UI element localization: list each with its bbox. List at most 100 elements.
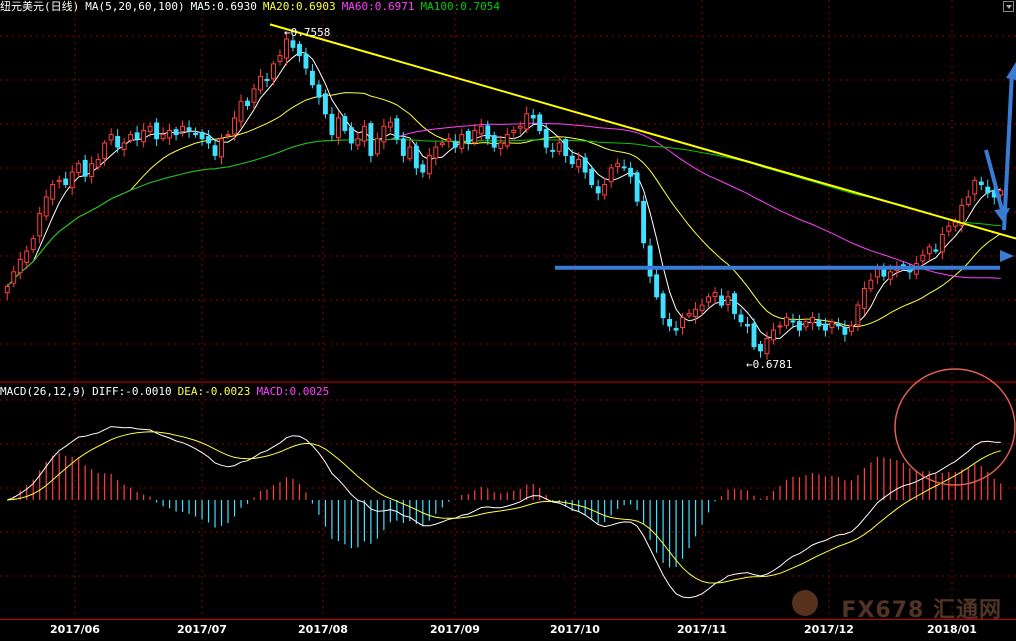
candle-body bbox=[167, 129, 173, 139]
candle-body bbox=[271, 63, 276, 80]
candle-body bbox=[634, 172, 640, 202]
candle-body bbox=[89, 163, 95, 178]
candle-body bbox=[693, 308, 699, 317]
candle-body bbox=[504, 134, 510, 147]
candle-body bbox=[550, 149, 556, 152]
candle-body bbox=[342, 116, 348, 131]
candle-body bbox=[426, 154, 432, 175]
candle-body bbox=[725, 296, 731, 305]
price-labels: ←0.7558 ←0.6781 bbox=[284, 26, 792, 371]
candle-body bbox=[498, 142, 504, 149]
candle-body bbox=[517, 125, 523, 129]
candle-body bbox=[11, 271, 17, 284]
instrument-title[interactable]: 纽元美元(日线) bbox=[0, 0, 79, 13]
candle-body bbox=[784, 317, 789, 326]
candle-body bbox=[82, 159, 88, 177]
candle-body bbox=[933, 249, 939, 252]
candle-body bbox=[719, 295, 724, 306]
candle-body bbox=[17, 258, 23, 274]
candle-body bbox=[868, 279, 874, 290]
candle-body bbox=[465, 130, 471, 144]
candle-body bbox=[76, 163, 82, 174]
candle-body bbox=[413, 145, 419, 169]
candle-body bbox=[335, 117, 341, 139]
candle-body bbox=[394, 118, 400, 140]
candle-body bbox=[563, 139, 569, 156]
candle-body bbox=[647, 245, 653, 277]
candle-body bbox=[809, 317, 815, 324]
candle-body bbox=[861, 288, 867, 309]
candle-body bbox=[297, 43, 302, 57]
candle-body bbox=[277, 55, 283, 62]
candle-body bbox=[822, 323, 828, 331]
candle-body bbox=[835, 323, 841, 327]
candle-body bbox=[50, 184, 56, 200]
candle-body bbox=[121, 142, 127, 151]
candle-body bbox=[316, 84, 322, 98]
candle-body bbox=[219, 138, 224, 158]
candlesticks bbox=[4, 31, 1004, 360]
candle-body bbox=[452, 141, 458, 148]
up-arrowhead bbox=[1006, 62, 1016, 80]
diff-value: DIFF:-0.0010 bbox=[92, 385, 172, 398]
candle-body bbox=[771, 329, 776, 341]
candle-body bbox=[400, 138, 406, 156]
candle-body bbox=[946, 225, 952, 232]
scroll-down-button[interactable] bbox=[1003, 1, 1014, 12]
candle-body bbox=[186, 127, 192, 131]
candle-body bbox=[939, 233, 945, 253]
candle-body bbox=[576, 159, 582, 168]
ma60-line bbox=[6, 122, 1001, 287]
fx678-logo-icon bbox=[792, 590, 818, 616]
candle-body bbox=[37, 213, 43, 237]
candle-body bbox=[30, 238, 36, 250]
candle-body bbox=[245, 100, 250, 107]
candle-body bbox=[322, 93, 328, 115]
candle-body bbox=[699, 304, 705, 311]
candle-body bbox=[797, 321, 802, 331]
candle-body bbox=[141, 129, 147, 143]
candle-body bbox=[524, 113, 530, 130]
candle-body bbox=[816, 320, 822, 327]
candle-body bbox=[115, 136, 121, 148]
candle-body bbox=[686, 312, 692, 317]
macd-lines bbox=[7, 426, 1001, 599]
candle-body bbox=[654, 274, 660, 298]
candle-body bbox=[173, 129, 179, 136]
ma-params: MA(5,20,60,100) bbox=[85, 0, 185, 13]
candle-body bbox=[309, 70, 315, 86]
candle-body bbox=[472, 129, 478, 144]
price-panel-header: 纽元美元(日线) MA(5,20,60,100) MA5:0.6930 MA20:0.… bbox=[0, 0, 506, 14]
candle-body bbox=[537, 114, 543, 131]
candle-body bbox=[985, 186, 991, 194]
candle-body bbox=[180, 125, 186, 132]
candle-body bbox=[264, 78, 270, 82]
forex-candlestick-chart[interactable]: ←0.7558 ←0.6781 bbox=[0, 0, 1016, 640]
date-tick-label: 2017/11 bbox=[677, 623, 727, 636]
candle-body bbox=[738, 314, 744, 323]
candle-body bbox=[751, 323, 757, 348]
candle-body bbox=[381, 125, 387, 143]
ma5-line bbox=[6, 51, 1001, 339]
high-price-label: ←0.7558 bbox=[284, 26, 330, 39]
candle-body bbox=[732, 293, 737, 314]
candle-body bbox=[673, 327, 679, 331]
candle-body bbox=[193, 132, 199, 136]
ma100-line bbox=[6, 139, 1001, 287]
candle-body bbox=[907, 269, 913, 273]
candle-body bbox=[63, 178, 69, 186]
candle-body bbox=[95, 159, 101, 168]
candle-body bbox=[491, 135, 497, 148]
candle-body bbox=[712, 292, 718, 298]
candle-body bbox=[108, 134, 114, 141]
candle-body bbox=[608, 167, 614, 183]
candle-body bbox=[212, 145, 218, 156]
candle-body bbox=[56, 179, 62, 183]
candle-body bbox=[680, 317, 686, 329]
support-arrowhead bbox=[1000, 250, 1014, 262]
highlight-circle bbox=[894, 368, 1016, 486]
date-tick-label: 2017/08 bbox=[298, 623, 348, 636]
drawn-annotations bbox=[269, 23, 1016, 486]
candle-body bbox=[433, 146, 439, 159]
candle-body bbox=[199, 131, 205, 140]
